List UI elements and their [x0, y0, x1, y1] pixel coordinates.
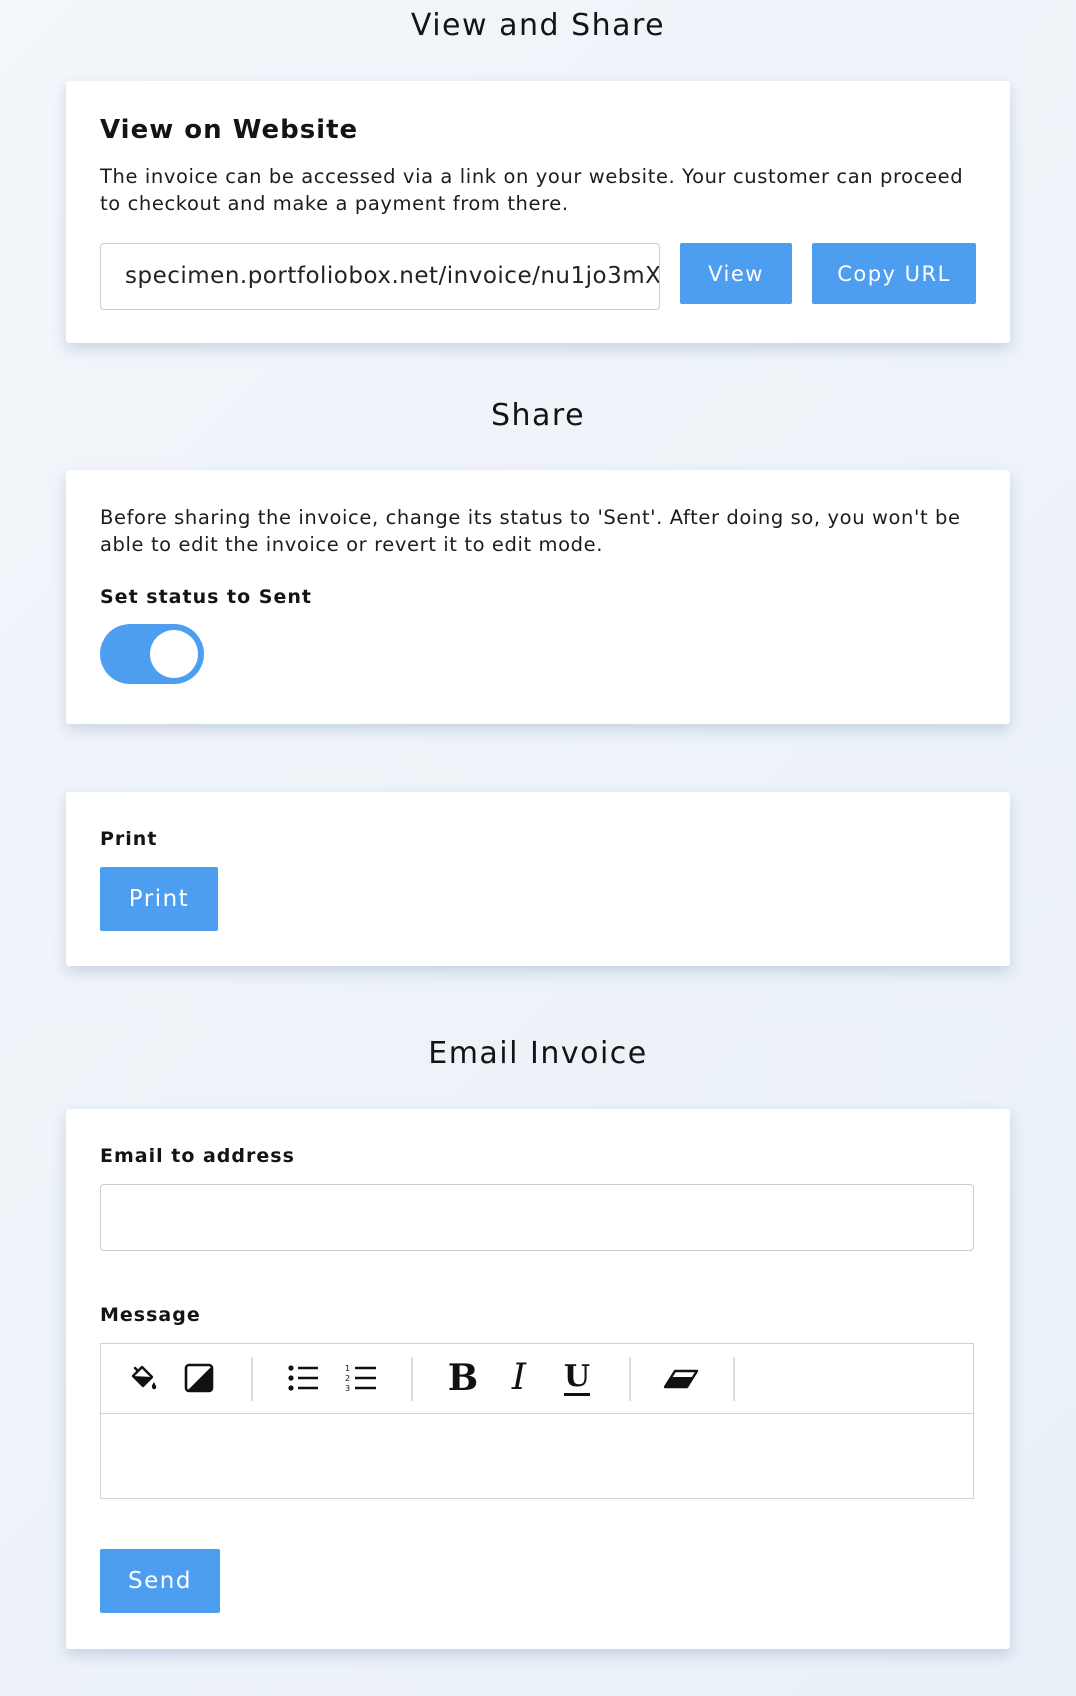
status-sent-toggle[interactable]: [100, 624, 204, 684]
share-title: Share: [490, 398, 586, 433]
svg-text:2: 2: [345, 1374, 350, 1383]
toolbar-separator: [629, 1357, 631, 1401]
email-invoice-title: Email Invoice: [428, 1036, 648, 1071]
email-address-input[interactable]: [100, 1184, 974, 1251]
toolbar-separator: [251, 1357, 253, 1401]
view-share-title: View and Share: [410, 8, 666, 43]
paint-bucket-icon[interactable]: [123, 1358, 163, 1398]
send-button[interactable]: Send: [100, 1549, 220, 1613]
email-address-label: Email to address: [100, 1145, 295, 1167]
svg-text:1: 1: [345, 1364, 350, 1373]
message-text-area[interactable]: [101, 1414, 973, 1498]
invoice-url-field[interactable]: specimen.portfoliobox.net/invoice/nu1jo3…: [100, 243, 660, 310]
view-button[interactable]: View: [680, 243, 792, 304]
print-label: Print: [100, 828, 158, 850]
share-card: Before sharing the invoice, change its s…: [66, 470, 1010, 724]
view-on-website-heading: View on Website: [100, 115, 359, 145]
numbered-list-icon[interactable]: 1 2 3: [341, 1358, 381, 1398]
contrast-icon[interactable]: [179, 1358, 219, 1398]
eraser-icon[interactable]: [661, 1358, 701, 1398]
set-status-label: Set status to Sent: [100, 586, 312, 608]
copy-url-button[interactable]: Copy URL: [812, 243, 976, 304]
email-invoice-card: Email to address Message 1 2 3 B I U Sen…: [66, 1109, 1010, 1649]
svg-text:3: 3: [345, 1384, 350, 1392]
message-label: Message: [100, 1304, 201, 1326]
toggle-knob: [150, 630, 198, 678]
bullet-list-icon[interactable]: [283, 1358, 323, 1398]
bold-icon[interactable]: B: [443, 1358, 483, 1398]
print-button[interactable]: Print: [100, 867, 218, 931]
view-on-website-description: The invoice can be accessed via a link o…: [100, 165, 964, 215]
editor-toolbar: 1 2 3 B I U: [101, 1344, 973, 1414]
underline-icon[interactable]: U: [557, 1358, 597, 1398]
toolbar-separator: [733, 1357, 735, 1401]
view-on-website-card: View on Website The invoice can be acces…: [66, 81, 1010, 343]
share-description: Before sharing the invoice, change its s…: [100, 506, 961, 556]
print-card: Print Print: [66, 792, 1010, 966]
message-editor: 1 2 3 B I U: [100, 1343, 974, 1499]
toolbar-separator: [411, 1357, 413, 1401]
italic-icon[interactable]: I: [499, 1358, 539, 1398]
